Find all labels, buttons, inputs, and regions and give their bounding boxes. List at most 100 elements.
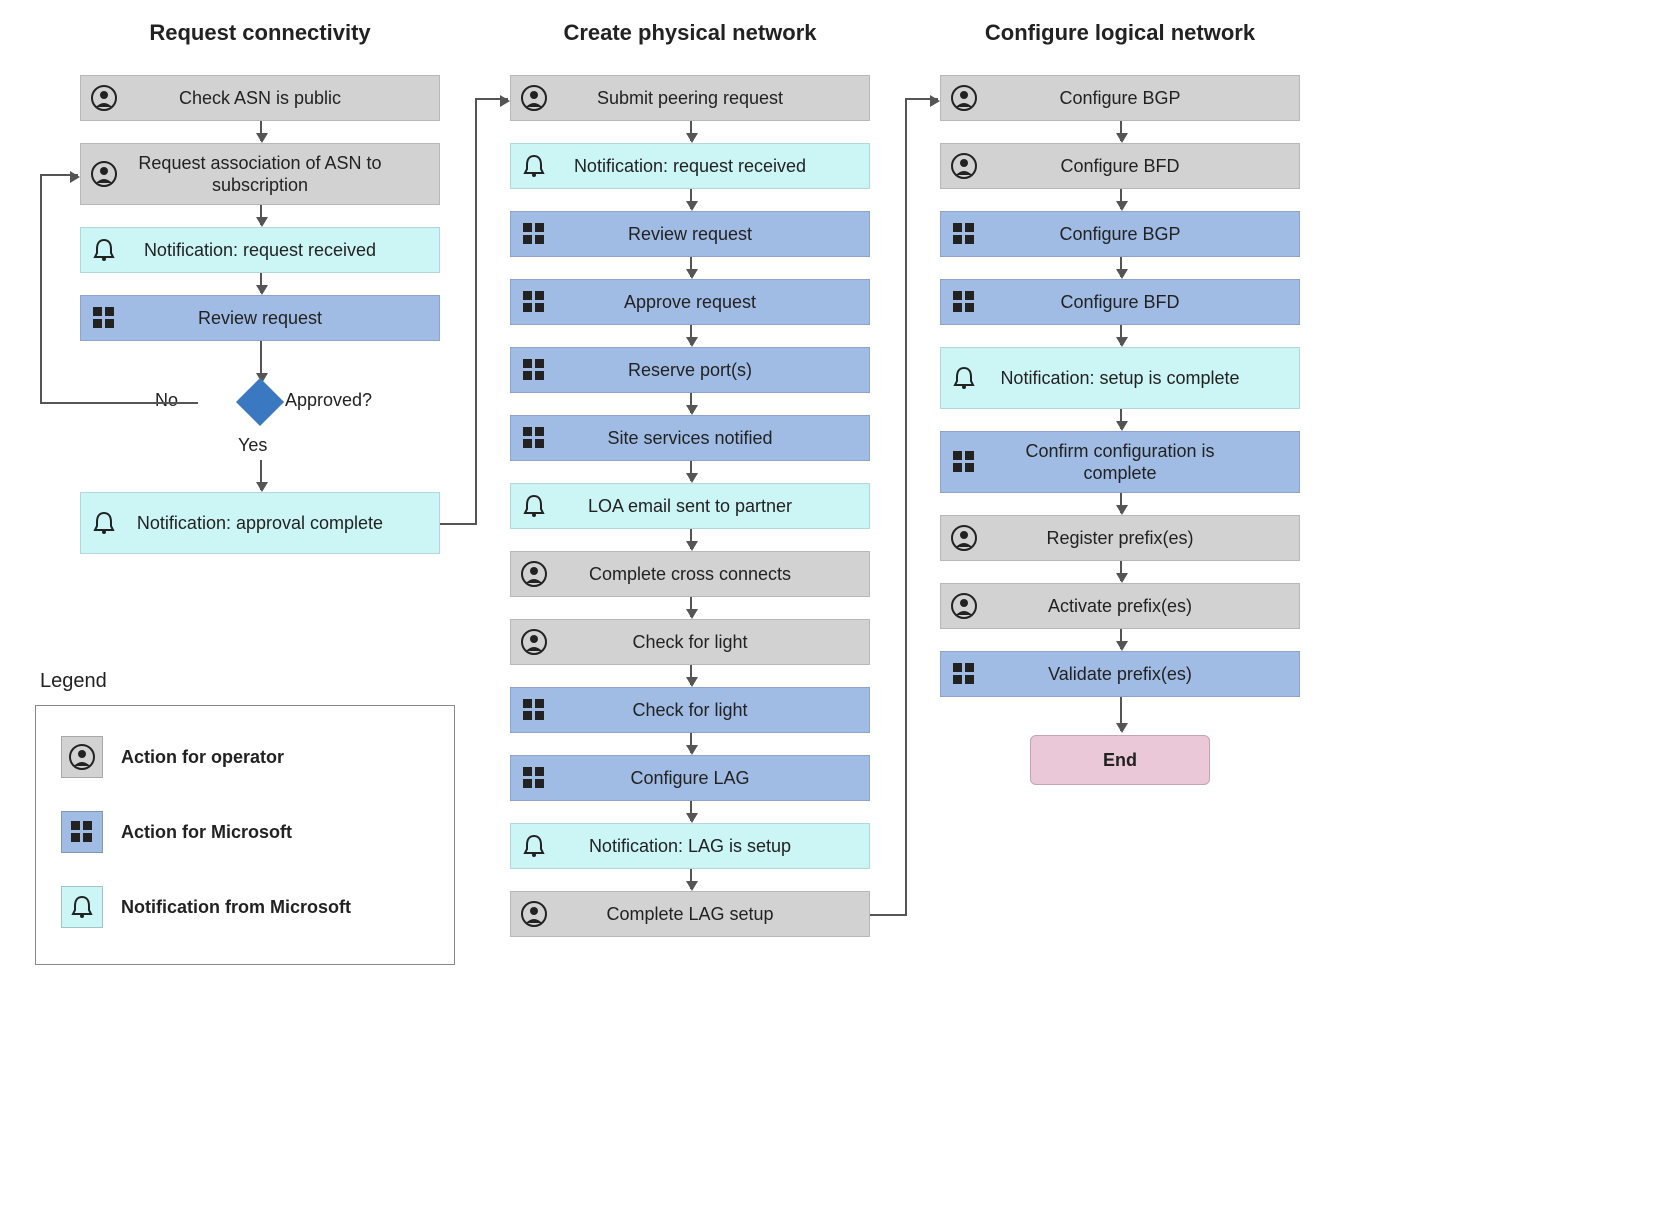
c1-check-asn-label: Check ASN is public <box>127 87 439 110</box>
connector <box>905 98 938 100</box>
c1-check-asn: Check ASN is public <box>80 75 440 121</box>
arrow <box>1120 697 1122 731</box>
c2-complete-lag-label: Complete LAG setup <box>557 903 869 926</box>
bell-icon <box>91 237 117 263</box>
c2-site-services-label: Site services notified <box>557 427 869 450</box>
person-icon <box>69 744 95 770</box>
c3-config-bgp-ms-label: Configure BGP <box>987 223 1299 246</box>
arrow <box>690 733 692 753</box>
c2-loa-email: LOA email sent to partner <box>510 483 870 529</box>
connector <box>40 174 78 176</box>
c3-validate-prefix-label: Validate prefix(es) <box>987 663 1299 686</box>
arrow <box>690 597 692 617</box>
arrow <box>690 257 692 277</box>
connector <box>440 523 475 525</box>
c1-request-assoc-label: Request association of ASN to subscripti… <box>127 152 439 197</box>
connector <box>475 98 477 525</box>
legend-operator-label: Action for operator <box>121 747 284 768</box>
microsoft-icon <box>91 305 117 331</box>
c2-complete-cross: Complete cross connects <box>510 551 870 597</box>
c3-config-bfd-ms-label: Configure BFD <box>987 291 1299 314</box>
connector <box>135 402 198 404</box>
col1-title: Request connectivity <box>80 20 440 46</box>
c3-config-bgp-op-label: Configure BGP <box>987 87 1299 110</box>
person-icon <box>521 629 547 655</box>
connector <box>870 914 905 916</box>
legend-swatch-notification <box>61 886 103 928</box>
microsoft-icon <box>69 819 95 845</box>
arrow <box>1120 325 1122 345</box>
c3-confirm-config-label: Confirm configuration is complete <box>987 440 1299 485</box>
decision-yes: Yes <box>238 435 267 456</box>
arrow <box>690 461 692 481</box>
c2-notif-received: Notification: request received <box>510 143 870 189</box>
c1-notif-approval: Notification: approval complete <box>80 492 440 554</box>
microsoft-icon <box>951 221 977 247</box>
c1-notif-received: Notification: request received <box>80 227 440 273</box>
c2-site-services: Site services notified <box>510 415 870 461</box>
c2-notif-lag: Notification: LAG is setup <box>510 823 870 869</box>
c2-check-light-op-label: Check for light <box>557 631 869 654</box>
person-icon <box>521 85 547 111</box>
c3-config-bfd-op: Configure BFD <box>940 143 1300 189</box>
c3-config-bfd-op-label: Configure BFD <box>987 155 1299 178</box>
microsoft-icon <box>521 765 547 791</box>
legend-notification-label: Notification from Microsoft <box>121 897 351 918</box>
arrow <box>260 121 262 141</box>
c2-complete-lag: Complete LAG setup <box>510 891 870 937</box>
c1-notif-received-label: Notification: request received <box>127 239 439 262</box>
c3-notif-setup: Notification: setup is complete <box>940 347 1300 409</box>
c2-submit-peering: Submit peering request <box>510 75 870 121</box>
legend-microsoft-label: Action for Microsoft <box>121 822 292 843</box>
arrow <box>260 273 262 293</box>
connector <box>475 98 508 100</box>
connector <box>905 98 907 916</box>
person-icon <box>91 85 117 111</box>
microsoft-icon <box>521 289 547 315</box>
arrow <box>1120 629 1122 649</box>
arrow <box>1120 561 1122 581</box>
c2-complete-cross-label: Complete cross connects <box>557 563 869 586</box>
arrow <box>690 869 692 889</box>
end-terminal: End <box>1030 735 1210 785</box>
connector <box>40 402 135 404</box>
person-icon <box>951 85 977 111</box>
connector <box>40 174 42 402</box>
microsoft-icon <box>521 221 547 247</box>
c2-check-light-op: Check for light <box>510 619 870 665</box>
arrow <box>690 121 692 141</box>
c3-config-bgp-ms: Configure BGP <box>940 211 1300 257</box>
c2-approve-request-label: Approve request <box>557 291 869 314</box>
arrow <box>690 325 692 345</box>
legend-swatch-operator <box>61 736 103 778</box>
microsoft-icon <box>521 697 547 723</box>
col2-title: Create physical network <box>510 20 870 46</box>
decision-approved <box>236 378 284 426</box>
legend-box: Action for operator Action for Microsoft… <box>35 705 455 965</box>
col3-title: Configure logical network <box>940 20 1300 46</box>
microsoft-icon <box>951 289 977 315</box>
decision-no: No <box>155 390 178 411</box>
c3-confirm-config: Confirm configuration is complete <box>940 431 1300 493</box>
person-icon <box>951 525 977 551</box>
person-icon <box>521 901 547 927</box>
arrow <box>260 205 262 225</box>
bell-icon <box>521 493 547 519</box>
bell-icon <box>69 894 95 920</box>
c1-request-assoc: Request association of ASN to subscripti… <box>80 143 440 205</box>
c3-activate-prefix-label: Activate prefix(es) <box>987 595 1299 618</box>
arrow <box>690 665 692 685</box>
microsoft-icon <box>951 661 977 687</box>
arrow <box>690 189 692 209</box>
arrow <box>1120 493 1122 513</box>
legend-row-operator: Action for operator <box>61 736 284 778</box>
arrow <box>1120 257 1122 277</box>
arrow <box>1120 121 1122 141</box>
legend-title: Legend <box>40 670 107 693</box>
legend-swatch-microsoft <box>61 811 103 853</box>
c1-review-request: Review request <box>80 295 440 341</box>
bell-icon <box>521 153 547 179</box>
flowchart-canvas: Request connectivity Create physical net… <box>20 20 1634 1211</box>
c2-configure-lag: Configure LAG <box>510 755 870 801</box>
person-icon <box>951 593 977 619</box>
